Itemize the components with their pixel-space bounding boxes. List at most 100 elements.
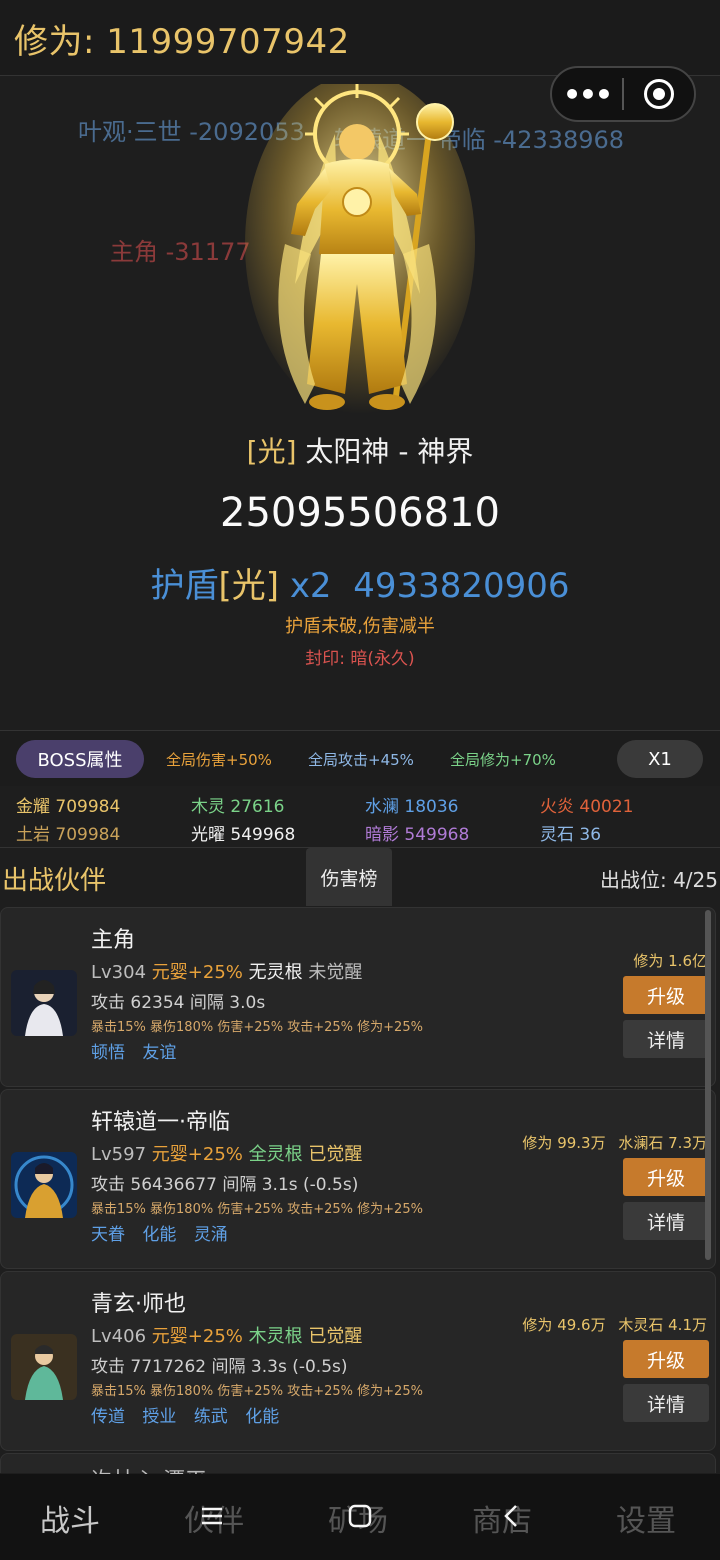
partner-avatar[interactable]	[11, 1334, 77, 1400]
resource-wood: 木灵 27616	[191, 797, 285, 817]
boss-name: [光] 太阳神 - 神界	[0, 430, 720, 470]
partner-tag: 授业	[142, 1407, 177, 1427]
partner-tag: 灵涌	[193, 1225, 228, 1245]
partner-awaken-status: 已觉醒	[308, 1144, 363, 1165]
partner-level: Lv597	[91, 1144, 147, 1165]
boss-shield: 护盾[光] x2 4933820906	[0, 558, 720, 607]
partner-stage: 元婴+25%	[151, 962, 243, 983]
partner-tags: 顿悟 友谊	[91, 1038, 188, 1063]
partner-card: 轩辕道一·帝临 Lv597 元婴+25% 全灵根 已觉醒 攻击 56436677…	[0, 1089, 716, 1269]
partner-stage: 元婴+25%	[151, 1326, 243, 1347]
resource-gold: 金耀 709984	[16, 797, 121, 817]
partner-bonuses: 暴击15% 暴伤180% 伤害+25% 攻击+25% 修为+25%	[91, 1020, 423, 1035]
upgrade-cost-item: 修为 49.6万	[522, 1316, 606, 1334]
partner-name: 青玄·师也	[91, 1292, 186, 1317]
partner-level-line: Lv406 元婴+25% 木灵根 已觉醒	[91, 1322, 362, 1348]
partner-bonuses: 暴击15% 暴伤180% 伤害+25% 攻击+25% 修为+25%	[91, 1384, 423, 1399]
partner-tag: 顿悟	[91, 1043, 125, 1063]
boss-title: 太阳神 - 神界	[305, 435, 474, 468]
shield-element: [光]	[218, 566, 279, 606]
attribute-bar: BOSS属性 全局伤害+50% 全局攻击+45% 全局修为+70% X1	[0, 730, 720, 786]
partner-card: 青玄·师也 Lv406 元婴+25% 木灵根 已觉醒 攻击 7717262 间隔…	[0, 1271, 716, 1451]
partner-attack: 攻击 56436677 间隔 3.1s (-0.5s)	[91, 1175, 359, 1195]
upgrade-button[interactable]: 升级	[623, 1158, 709, 1196]
partner-level-line: Lv304 元婴+25% 无灵根 未觉醒	[91, 958, 362, 984]
detail-button[interactable]: 详情	[623, 1020, 709, 1058]
partner-spirit-root: 全灵根	[248, 1144, 303, 1165]
back-icon[interactable]	[498, 1502, 526, 1530]
partner-bonuses: 暴击15% 暴伤180% 伤害+25% 攻击+25% 修为+25%	[91, 1202, 423, 1217]
cultivation-total: 修为: 11999707942	[14, 22, 350, 62]
boss-sun-god-image[interactable]	[245, 84, 475, 424]
tab-settings[interactable]: 设置	[616, 1496, 676, 1540]
resource-light: 光曜 549968	[191, 825, 296, 845]
partner-tag: 天眷	[91, 1225, 125, 1245]
partner-level: Lv304	[91, 962, 147, 983]
upgrade-cost-item: 修为 99.3万	[522, 1134, 606, 1152]
seal-note: 封印: 暗(永久)	[305, 649, 415, 669]
tab-battle[interactable]: 战斗	[40, 1496, 100, 1540]
resource-fire: 火炎 40021	[540, 797, 634, 817]
upgrade-cost: 修为 99.3万 水澜石 7.3万	[514, 1132, 707, 1153]
partner-tag: 友谊	[142, 1043, 177, 1063]
partner-tag: 化能	[245, 1407, 280, 1427]
damage-ranking-tab[interactable]: 伤害榜	[306, 848, 392, 906]
upgrade-cost-item: 水澜石 7.3万	[618, 1134, 707, 1152]
list-scrollbar[interactable]	[705, 910, 711, 1260]
partner-tag: 化能	[142, 1225, 177, 1245]
shield-label: 护盾	[150, 566, 219, 606]
partner-awaken-status: 未觉醒	[308, 962, 363, 983]
partner-awaken-status: 已觉醒	[308, 1326, 363, 1347]
shield-value: 4933820906	[353, 566, 570, 606]
close-miniprogram-button[interactable]	[624, 79, 694, 109]
menu-icon[interactable]	[198, 1502, 226, 1530]
partner-tags: 天眷 化能 灵涌	[91, 1220, 240, 1245]
top-bar: 修为: 11999707942	[0, 0, 720, 76]
partner-avatar[interactable]	[11, 970, 77, 1036]
detail-button[interactable]: 详情	[623, 1384, 709, 1422]
target-icon	[643, 79, 674, 109]
partner-attack: 攻击 62354 间隔 3.0s	[91, 993, 266, 1013]
partner-tag: 传道	[91, 1407, 125, 1427]
upgrade-cost-item: 修为 1.6亿	[633, 952, 707, 970]
resource-grid: 金耀 709984 木灵 27616 水澜 18036 火炎 40021 土岩 …	[0, 786, 720, 848]
partner-spirit-root: 木灵根	[248, 1326, 303, 1347]
resource-spirit-stone: 灵石 36	[540, 825, 602, 845]
global-attack-buff: 全局攻击+45%	[308, 751, 414, 769]
boss-attributes-button[interactable]: BOSS属性	[16, 740, 144, 778]
boss-hp: 25095506810	[220, 490, 500, 536]
partner-stage: 元婴+25%	[151, 1144, 243, 1165]
upgrade-button[interactable]: 升级	[623, 1340, 709, 1378]
battle-slot-count: 出战位: 4/25	[599, 868, 718, 892]
resource-earth: 土岩 709984	[16, 825, 121, 845]
partner-name: 轩辕道一·帝临	[91, 1110, 230, 1135]
partner-name: 主角	[91, 928, 136, 953]
upgrade-cost: 修为 1.6亿	[625, 950, 707, 971]
damage-float: 主角 -31177	[110, 238, 251, 266]
miniprogram-capsule: •••	[550, 66, 696, 122]
upgrade-cost: 修为 49.6万 木灵石 4.1万	[514, 1314, 707, 1335]
partner-tags: 传道 授业 练武 化能	[91, 1402, 291, 1427]
partner-avatar[interactable]	[11, 1152, 77, 1218]
partner-list[interactable]: 主角 Lv304 元婴+25% 无灵根 未觉醒 攻击 62354 间隔 3.0s…	[0, 907, 720, 1473]
resource-water: 水澜 18036	[365, 797, 459, 817]
boss-element: [光]	[246, 435, 297, 468]
global-cultivation-buff: 全局修为+70%	[450, 751, 556, 769]
global-damage-buff: 全局伤害+50%	[166, 751, 272, 769]
partner-card: 主角 Lv304 元婴+25% 无灵根 未觉醒 攻击 62354 间隔 3.0s…	[0, 907, 716, 1087]
battle-speed-button[interactable]: X1	[617, 740, 703, 778]
detail-button[interactable]: 详情	[623, 1202, 709, 1240]
bottom-nav: 战斗 伙伴 矿场 商店 设置	[0, 1474, 720, 1560]
partner-tag: 练武	[193, 1407, 228, 1427]
partners-section-title: 出战伙伴	[2, 866, 107, 896]
partner-level-line: Lv597 元婴+25% 全灵根 已觉醒	[91, 1140, 362, 1166]
partner-attack: 攻击 7717262 间隔 3.3s (-0.5s)	[91, 1357, 348, 1377]
more-menu-button[interactable]: •••	[552, 78, 622, 111]
upgrade-cost-item: 木灵石 4.1万	[618, 1316, 707, 1334]
home-icon[interactable]	[346, 1502, 374, 1530]
resource-dark: 暗影 549968	[365, 825, 470, 845]
upgrade-button[interactable]: 升级	[623, 976, 709, 1014]
partner-spirit-root: 无灵根	[248, 962, 303, 983]
shield-note: 护盾未破,伤害减半	[285, 616, 435, 637]
partner-level: Lv406	[91, 1326, 147, 1347]
